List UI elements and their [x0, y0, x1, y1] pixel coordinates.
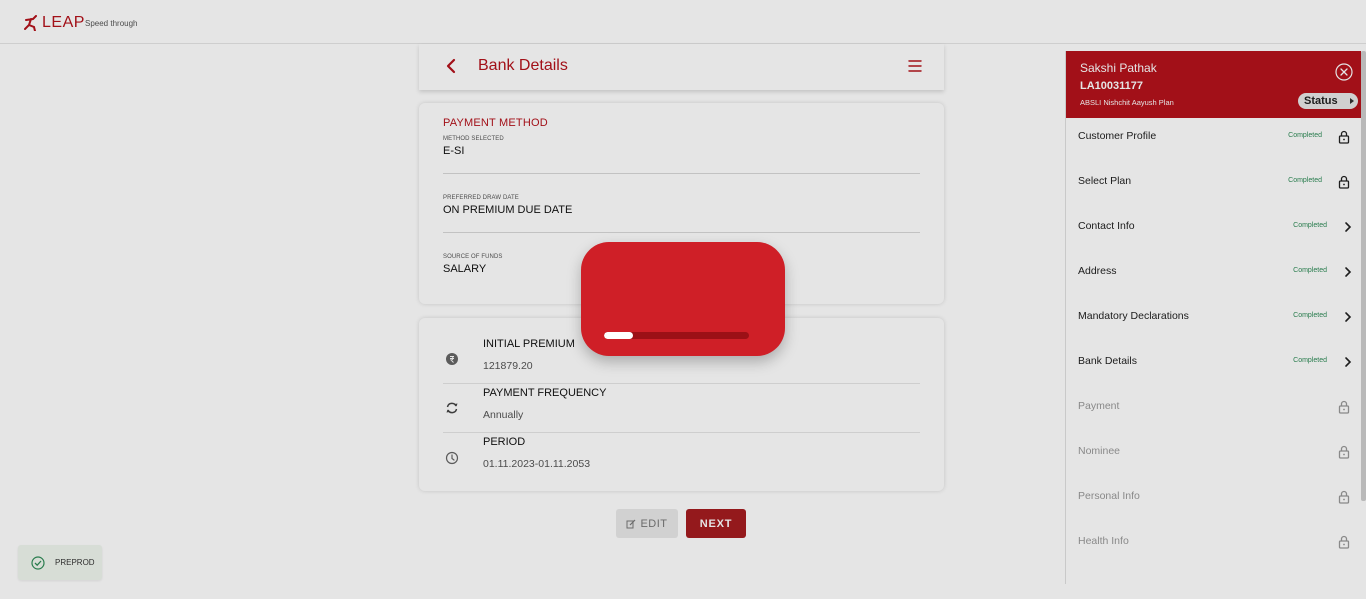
- loading-spinner-card: [581, 242, 785, 356]
- loading-progress-fill: [604, 332, 633, 339]
- loading-progress-track: [604, 332, 749, 339]
- loading-overlay: [0, 0, 1366, 599]
